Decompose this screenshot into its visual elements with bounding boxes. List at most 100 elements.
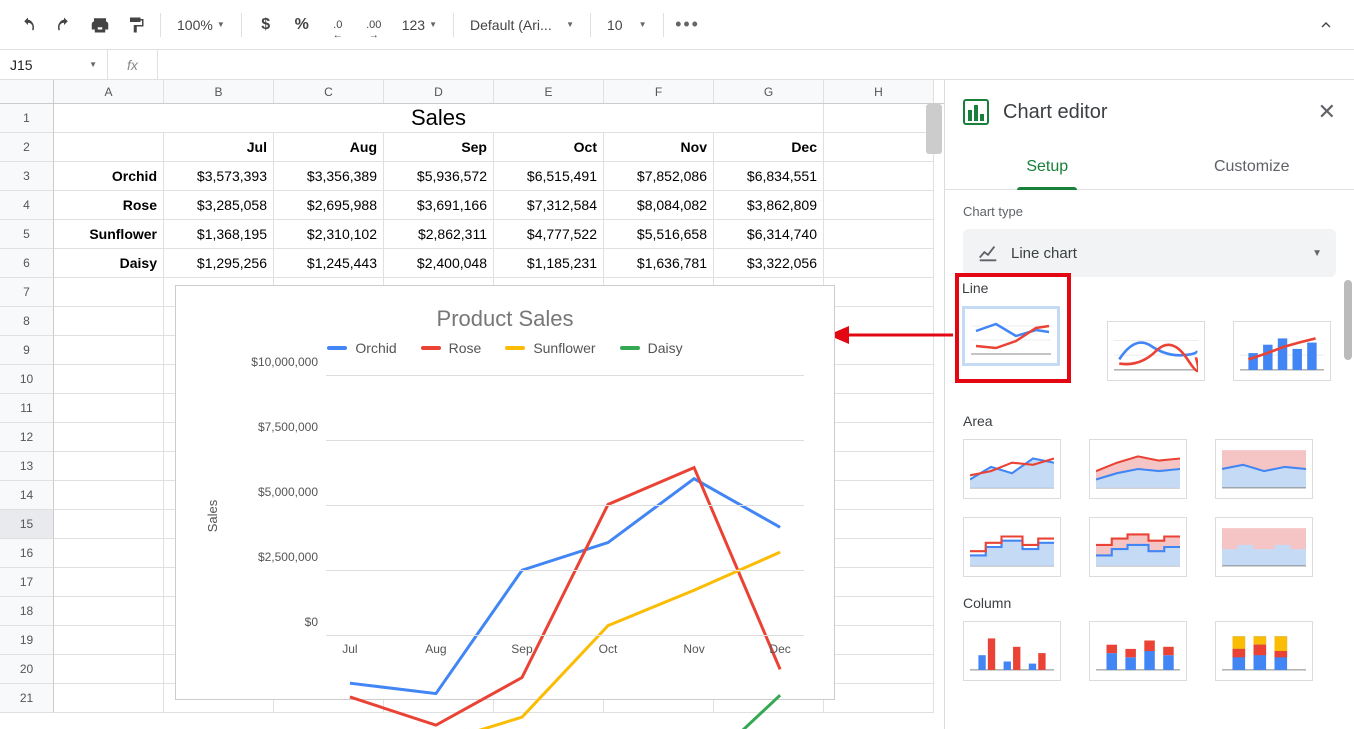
row-header[interactable]: 13	[0, 452, 54, 481]
cell[interactable]: $2,400,048	[384, 249, 494, 278]
cell[interactable]	[824, 191, 934, 220]
decrease-decimal-button[interactable]: .0←	[322, 9, 354, 41]
cell[interactable]: Aug	[274, 133, 384, 162]
row-header[interactable]: 11	[0, 394, 54, 423]
font-size-select[interactable]: 10▼	[599, 17, 655, 33]
row-header[interactable]: 3	[0, 162, 54, 191]
cell[interactable]: Jul	[164, 133, 274, 162]
cell[interactable]	[54, 539, 164, 568]
chart-type-select[interactable]: Line chart ▼	[963, 229, 1336, 277]
cell[interactable]	[54, 133, 164, 162]
tab-setup[interactable]: Setup	[945, 144, 1150, 189]
cell[interactable]: $3,285,058	[164, 191, 274, 220]
row-header[interactable]: 20	[0, 655, 54, 684]
cell[interactable]: $1,295,256	[164, 249, 274, 278]
cell[interactable]: Oct	[494, 133, 604, 162]
cell[interactable]	[824, 249, 934, 278]
cell[interactable]: Sep	[384, 133, 494, 162]
cell[interactable]: $3,862,809	[714, 191, 824, 220]
tab-customize[interactable]: Customize	[1150, 144, 1354, 189]
row-header[interactable]: 6	[0, 249, 54, 278]
row-header[interactable]: 1	[0, 104, 54, 133]
cell[interactable]: $2,862,311	[384, 220, 494, 249]
cell[interactable]	[54, 568, 164, 597]
col-header[interactable]: D	[384, 80, 494, 103]
cell[interactable]: $1,636,781	[604, 249, 714, 278]
chart-thumb-100-column[interactable]	[1215, 621, 1313, 681]
row-header[interactable]: 7	[0, 278, 54, 307]
cell[interactable]: $7,852,086	[604, 162, 714, 191]
select-all-corner[interactable]	[0, 80, 54, 103]
cell[interactable]: Orchid	[54, 162, 164, 191]
print-button[interactable]	[84, 9, 116, 41]
cell[interactable]	[54, 481, 164, 510]
cell[interactable]: $2,310,102	[274, 220, 384, 249]
cell[interactable]	[824, 655, 934, 684]
cell[interactable]: $1,245,443	[274, 249, 384, 278]
cell[interactable]: Rose	[54, 191, 164, 220]
chart-thumb-stacked-stepped[interactable]	[1089, 517, 1187, 577]
embedded-chart[interactable]: Product Sales OrchidRoseSunflowerDaisy S…	[175, 285, 835, 700]
cell[interactable]	[824, 684, 934, 713]
cell[interactable]	[824, 568, 934, 597]
cell[interactable]	[54, 626, 164, 655]
row-header[interactable]: 5	[0, 220, 54, 249]
chart-thumb-line[interactable]	[962, 306, 1060, 366]
cell[interactable]: $1,185,231	[494, 249, 604, 278]
cell[interactable]: $7,312,584	[494, 191, 604, 220]
cell[interactable]	[824, 423, 934, 452]
cell[interactable]: $6,314,740	[714, 220, 824, 249]
cell[interactable]	[54, 510, 164, 539]
row-header[interactable]: 15	[0, 510, 54, 539]
row-header[interactable]: 16	[0, 539, 54, 568]
zoom-select[interactable]: 100%▼	[169, 17, 233, 33]
cell[interactable]: $3,322,056	[714, 249, 824, 278]
cell[interactable]	[54, 423, 164, 452]
cell[interactable]	[824, 626, 934, 655]
chart-thumb-100-stepped[interactable]	[1215, 517, 1313, 577]
cell[interactable]	[824, 278, 934, 307]
cell[interactable]: Sunflower	[54, 220, 164, 249]
vertical-scrollbar[interactable]	[926, 104, 942, 154]
chart-thumb-stacked-area[interactable]	[1089, 439, 1187, 499]
cell[interactable]	[54, 278, 164, 307]
cell[interactable]	[54, 597, 164, 626]
cell[interactable]: Dec	[714, 133, 824, 162]
cell[interactable]	[824, 452, 934, 481]
cell[interactable]: Nov	[604, 133, 714, 162]
col-header[interactable]: C	[274, 80, 384, 103]
row-header[interactable]: 10	[0, 365, 54, 394]
cell[interactable]	[824, 510, 934, 539]
format-123-button[interactable]: 123▼	[394, 17, 445, 33]
cell[interactable]	[54, 336, 164, 365]
cell[interactable]: $3,691,166	[384, 191, 494, 220]
row-header[interactable]: 18	[0, 597, 54, 626]
chart-thumb-stepped-area[interactable]	[963, 517, 1061, 577]
col-header[interactable]: E	[494, 80, 604, 103]
cell[interactable]: $5,936,572	[384, 162, 494, 191]
cell[interactable]	[824, 394, 934, 423]
cell[interactable]	[824, 597, 934, 626]
col-header[interactable]: F	[604, 80, 714, 103]
row-header[interactable]: 21	[0, 684, 54, 713]
chart-thumb-stacked-column[interactable]	[1089, 621, 1187, 681]
currency-button[interactable]: $	[250, 9, 282, 41]
cell[interactable]: Sales	[54, 104, 824, 133]
formula-input[interactable]	[158, 50, 1354, 79]
row-header[interactable]: 14	[0, 481, 54, 510]
cell[interactable]: $2,695,988	[274, 191, 384, 220]
row-header[interactable]: 19	[0, 626, 54, 655]
cell[interactable]	[54, 365, 164, 394]
row-header[interactable]: 4	[0, 191, 54, 220]
cell[interactable]: $1,368,195	[164, 220, 274, 249]
cell[interactable]: $5,516,658	[604, 220, 714, 249]
cell[interactable]	[824, 539, 934, 568]
cell[interactable]: $3,356,389	[274, 162, 384, 191]
cell[interactable]	[824, 162, 934, 191]
close-panel-button[interactable]: ✕	[1318, 99, 1336, 125]
percent-button[interactable]: %	[286, 9, 318, 41]
cell[interactable]	[54, 684, 164, 713]
redo-button[interactable]	[48, 9, 80, 41]
row-header[interactable]: 2	[0, 133, 54, 162]
cell[interactable]: $6,834,551	[714, 162, 824, 191]
